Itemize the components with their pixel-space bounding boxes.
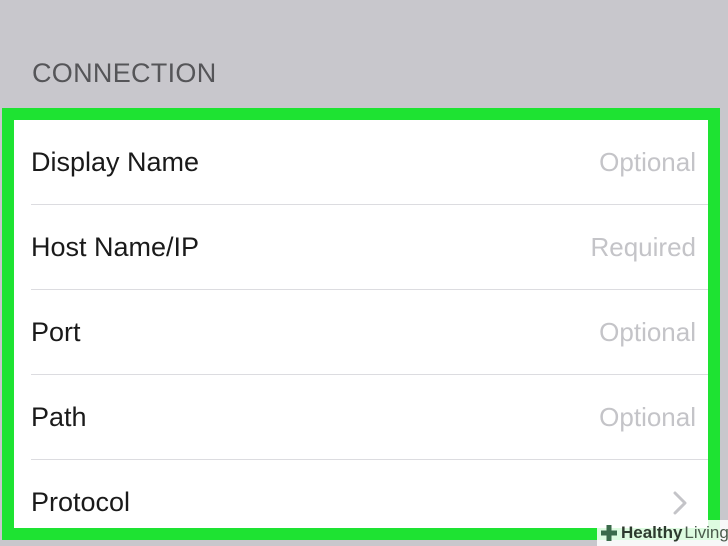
port-label: Port: [31, 317, 81, 347]
section-header-connection: CONNECTION: [32, 58, 217, 88]
plus-cross-icon: [601, 525, 617, 541]
host-name-row[interactable]: Host Name/IP Required: [14, 205, 708, 290]
display-name-field[interactable]: Optional: [599, 147, 696, 178]
watermark-brand-bold: Healthy: [621, 523, 683, 542]
display-name-row[interactable]: Display Name Optional: [14, 120, 708, 205]
protocol-label: Protocol: [31, 487, 131, 517]
port-row[interactable]: Port Optional: [14, 290, 708, 375]
watermark-brand-light: Living: [684, 523, 728, 542]
watermark: Healthy Living: [597, 520, 728, 546]
path-field[interactable]: Optional: [599, 402, 696, 433]
host-name-label: Host Name/IP: [31, 232, 200, 262]
path-row[interactable]: Path Optional: [14, 375, 708, 460]
port-field[interactable]: Optional: [599, 317, 696, 348]
connection-form-highlight: Display Name Optional Host Name/IP Requi…: [2, 108, 720, 540]
path-label: Path: [31, 402, 87, 432]
chevron-right-icon: [673, 491, 687, 514]
display-name-label: Display Name: [31, 147, 200, 177]
host-name-field[interactable]: Required: [590, 232, 696, 263]
